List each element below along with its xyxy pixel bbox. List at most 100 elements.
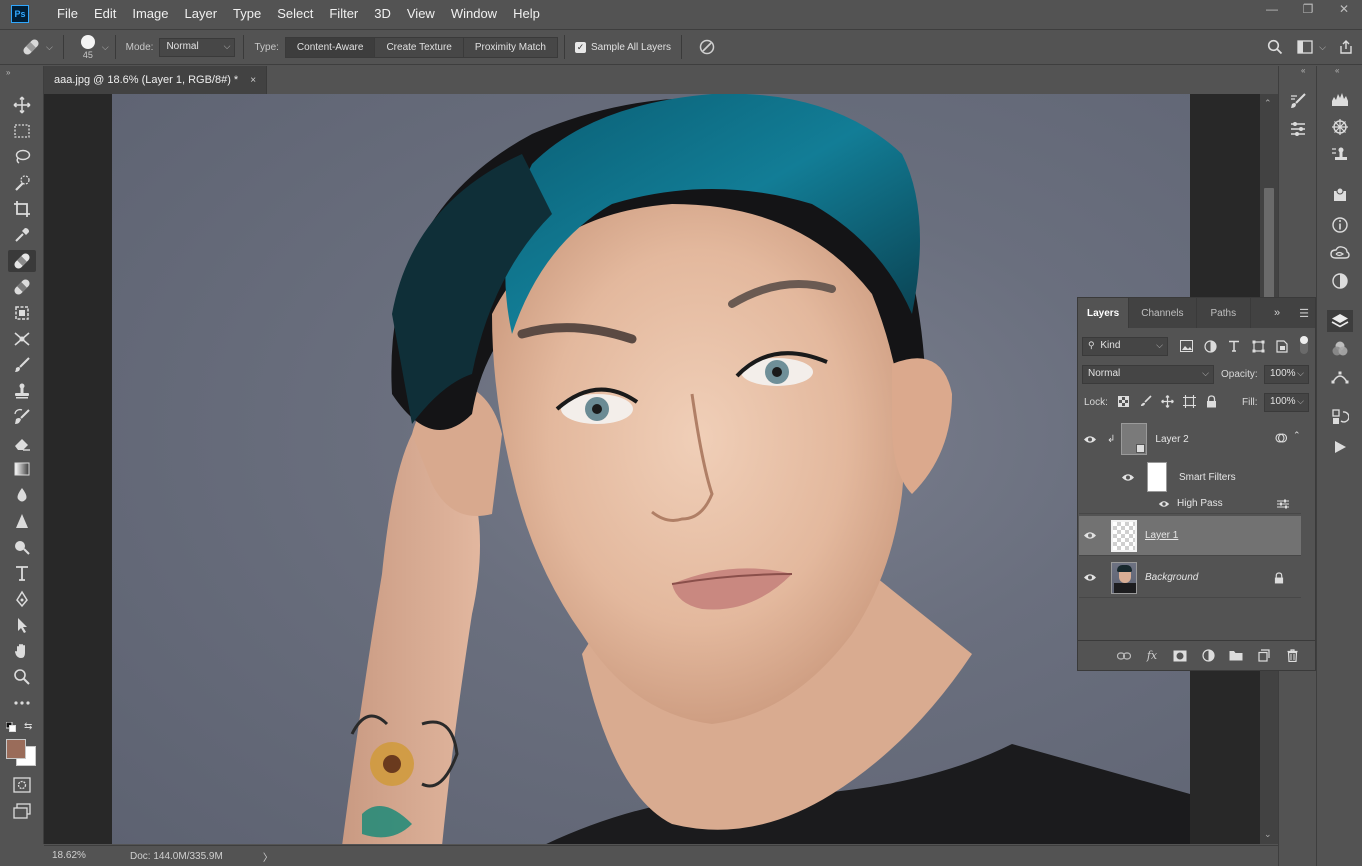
restore-button[interactable]: ❐ bbox=[1290, 0, 1326, 18]
blend-mode-select[interactable]: Normal ⌵ bbox=[1082, 365, 1214, 384]
hand-tool-icon[interactable] bbox=[8, 640, 36, 662]
opacity-input[interactable]: 100% ⌵ bbox=[1264, 365, 1309, 384]
spot-healing-brush-tool-icon[interactable] bbox=[8, 250, 36, 272]
workspace-icon[interactable] bbox=[1297, 40, 1313, 54]
red-eye-tool-icon[interactable] bbox=[8, 328, 36, 350]
tool-preset-picker[interactable]: ⌵ bbox=[20, 36, 53, 58]
visibility-eye-icon[interactable] bbox=[1079, 435, 1101, 444]
clone-stamp-tool-icon[interactable] bbox=[8, 380, 36, 402]
tool-presets-icon[interactable] bbox=[1327, 144, 1353, 166]
crop-tool-icon[interactable] bbox=[8, 198, 36, 220]
history-icon[interactable] bbox=[1327, 406, 1353, 428]
content-aware-button[interactable]: Content-Aware bbox=[285, 37, 376, 57]
lock-image-pixels-icon[interactable] bbox=[1140, 395, 1152, 407]
visibility-eye-icon[interactable] bbox=[1079, 573, 1101, 582]
info-icon[interactable] bbox=[1327, 214, 1353, 236]
mode-select[interactable]: Normal ⌵ bbox=[159, 37, 236, 57]
panel-menu-icon[interactable]: ☰ bbox=[1299, 307, 1309, 320]
navigator-icon[interactable] bbox=[1327, 116, 1353, 138]
history-brush-tool-icon[interactable] bbox=[8, 406, 36, 428]
menu-layer[interactable]: Layer bbox=[177, 0, 226, 28]
status-menu-arrow-icon[interactable]: 〉 bbox=[263, 849, 273, 864]
eyedropper-tool-icon[interactable] bbox=[8, 224, 36, 246]
swap-colors-icon[interactable]: ⇆ bbox=[24, 721, 32, 732]
lock-transparent-pixels-icon[interactable] bbox=[1118, 396, 1129, 407]
histogram-icon[interactable] bbox=[1327, 88, 1353, 110]
menu-view[interactable]: View bbox=[399, 0, 443, 28]
type-tool-icon[interactable] bbox=[8, 562, 36, 584]
menu-help[interactable]: Help bbox=[505, 0, 548, 28]
path-selection-tool-icon[interactable] bbox=[8, 614, 36, 636]
blur-tool-icon[interactable] bbox=[8, 484, 36, 506]
layer-name[interactable]: Layer 1 bbox=[1145, 530, 1178, 541]
quick-selection-tool-icon[interactable] bbox=[8, 172, 36, 194]
filter-adjustment-layers-icon[interactable] bbox=[1204, 340, 1217, 353]
chevron-down-icon[interactable]: ⌵ bbox=[1319, 42, 1326, 53]
brush-tool-icon[interactable] bbox=[8, 354, 36, 376]
portrait-photo[interactable] bbox=[112, 94, 1190, 844]
close-button[interactable]: ✕ bbox=[1326, 0, 1362, 18]
eraser-tool-icon[interactable] bbox=[8, 432, 36, 454]
scroll-down-icon[interactable]: ⌄ bbox=[1264, 829, 1272, 840]
filter-smart-objects-icon[interactable] bbox=[1276, 340, 1288, 353]
filter-row-high-pass[interactable]: High Pass bbox=[1079, 494, 1301, 514]
gradient-tool-icon[interactable] bbox=[8, 458, 36, 480]
scroll-up-icon[interactable]: ⌃ bbox=[1264, 98, 1272, 109]
delete-layer-icon[interactable] bbox=[1285, 649, 1299, 663]
layer-row-layer-2[interactable]: ↲ Layer 2 ⌃ bbox=[1079, 418, 1301, 460]
dodge-tool-icon[interactable] bbox=[8, 536, 36, 558]
tab-layers[interactable]: Layers bbox=[1078, 298, 1130, 328]
foreground-color-swatch[interactable] bbox=[6, 739, 26, 759]
lock-all-icon[interactable] bbox=[1206, 395, 1217, 408]
layer-row-layer-1[interactable]: Layer 1 bbox=[1079, 516, 1301, 556]
filter-blending-options-icon[interactable] bbox=[1277, 499, 1289, 509]
dock-collapse-icon[interactable]: « bbox=[1335, 66, 1339, 75]
smart-filters-row[interactable]: Smart Filters bbox=[1079, 460, 1301, 494]
menu-type[interactable]: Type bbox=[225, 0, 269, 28]
visibility-eye-icon[interactable] bbox=[1117, 473, 1139, 482]
clone-source-icon[interactable] bbox=[1285, 118, 1311, 140]
create-texture-button[interactable]: Create Texture bbox=[375, 37, 464, 57]
menu-file[interactable]: File bbox=[49, 0, 86, 28]
new-adjustment-layer-icon[interactable] bbox=[1201, 649, 1215, 663]
more-tools-icon[interactable] bbox=[8, 692, 36, 714]
screen-mode-icon[interactable] bbox=[8, 800, 36, 822]
creative-cloud-icon[interactable] bbox=[1327, 242, 1353, 264]
pen-tool-icon[interactable] bbox=[8, 588, 36, 610]
scrollbar-thumb[interactable] bbox=[1264, 188, 1274, 298]
paths-icon[interactable] bbox=[1327, 366, 1353, 388]
move-tool-icon[interactable] bbox=[8, 94, 36, 116]
patch-tool-icon[interactable] bbox=[8, 302, 36, 324]
menu-edit[interactable]: Edit bbox=[86, 0, 124, 28]
libraries-icon[interactable] bbox=[1327, 184, 1353, 206]
add-layer-style-icon[interactable]: fx bbox=[1145, 649, 1159, 663]
new-layer-icon[interactable] bbox=[1257, 649, 1271, 663]
menu-filter[interactable]: Filter bbox=[321, 0, 366, 28]
pressure-size-icon[interactable] bbox=[698, 38, 716, 56]
panel-collapse-icon[interactable]: » bbox=[6, 68, 10, 77]
link-layers-icon[interactable] bbox=[1117, 649, 1131, 663]
lock-artboard-icon[interactable] bbox=[1183, 395, 1196, 408]
menu-3d[interactable]: 3D bbox=[366, 0, 399, 28]
menu-window[interactable]: Window bbox=[443, 0, 505, 28]
add-layer-mask-icon[interactable] bbox=[1173, 649, 1187, 663]
layer-name[interactable]: Background bbox=[1145, 572, 1198, 583]
photoshop-logo[interactable]: Ps bbox=[11, 5, 29, 23]
document-tab[interactable]: aaa.jpg @ 18.6% (Layer 1, RGB/8#) * × bbox=[44, 66, 268, 94]
search-icon[interactable] bbox=[1267, 39, 1283, 55]
tab-channels[interactable]: Channels bbox=[1129, 298, 1197, 328]
minimize-button[interactable]: — bbox=[1254, 0, 1290, 18]
layer-name[interactable]: Layer 2 bbox=[1155, 434, 1188, 445]
layer-filter-kind-select[interactable]: ⚲ Kind ⌵ bbox=[1082, 337, 1168, 356]
menu-image[interactable]: Image bbox=[124, 0, 176, 28]
dock-collapse-icon[interactable]: « bbox=[1301, 66, 1305, 75]
adjustments-icon[interactable] bbox=[1327, 270, 1353, 292]
lasso-tool-icon[interactable] bbox=[8, 146, 36, 168]
close-tab-icon[interactable]: × bbox=[250, 75, 256, 86]
proximity-match-button[interactable]: Proximity Match bbox=[463, 37, 557, 57]
zoom-tool-icon[interactable] bbox=[8, 666, 36, 688]
healing-brush-tool-icon[interactable] bbox=[8, 276, 36, 298]
filter-pixel-layers-icon[interactable] bbox=[1180, 340, 1193, 352]
smart-filter-mask-thumbnail[interactable] bbox=[1147, 462, 1167, 492]
default-colors-icon[interactable] bbox=[6, 722, 16, 732]
